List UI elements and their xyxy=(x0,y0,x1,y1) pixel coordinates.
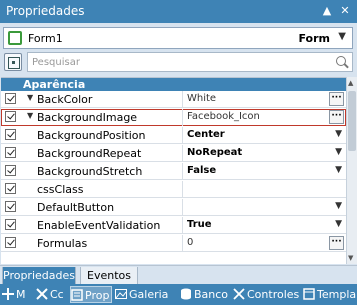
bottom-toolbar: M Cc Prop Galeria Banco Controles Templa xyxy=(0,284,357,305)
property-value[interactable]: NoRepeat xyxy=(187,147,242,158)
tab-properties[interactable]: Propriedades xyxy=(2,267,76,285)
property-value[interactable]: White xyxy=(187,93,216,104)
tab-events[interactable]: Eventos xyxy=(80,267,138,285)
property-row[interactable]: EnableEventValidation True ▼ xyxy=(1,217,346,234)
checkbox[interactable] xyxy=(5,129,16,140)
property-row[interactable]: ▼ BackColor White ··· xyxy=(1,91,346,108)
property-name: BackgroundPosition xyxy=(37,129,146,142)
controls-icon xyxy=(233,288,245,300)
ellipsis-button[interactable]: ··· xyxy=(329,110,344,124)
gallery-icon xyxy=(115,288,127,300)
toolbar-button-banco[interactable]: Banco xyxy=(180,286,228,303)
checkbox[interactable] xyxy=(5,147,16,158)
property-value[interactable]: Center xyxy=(187,129,225,140)
checkbox[interactable] xyxy=(5,165,16,176)
checkbox[interactable] xyxy=(5,111,16,122)
form-icon xyxy=(8,31,22,45)
ellipsis-button[interactable]: ··· xyxy=(329,92,344,106)
property-row[interactable]: BackgroundPosition Center ▼ xyxy=(1,127,346,144)
toolbar-button-cc[interactable]: Cc xyxy=(36,286,68,303)
property-value[interactable]: False xyxy=(187,165,216,176)
category-header[interactable]: Aparência xyxy=(1,78,346,91)
toolbar-label: Banco xyxy=(194,288,228,301)
object-selector[interactable]: Form1 Form ▼ xyxy=(3,27,353,49)
categorize-button[interactable] xyxy=(4,53,22,71)
property-name: cssClass xyxy=(37,183,84,196)
template-icon xyxy=(303,288,315,300)
chevron-down-icon[interactable]: ▼ xyxy=(335,147,342,157)
scroll-down-icon[interactable]: ▼ xyxy=(348,254,353,262)
property-row[interactable]: BackgroundRepeat NoRepeat ▼ xyxy=(1,145,346,162)
checkbox[interactable] xyxy=(5,183,16,194)
property-row[interactable]: DefaultButton ▼ xyxy=(1,199,346,216)
tools-icon xyxy=(36,288,48,300)
chevron-down-icon[interactable]: ▼ xyxy=(335,129,342,139)
object-type: Form xyxy=(298,32,330,45)
property-grid: Aparência ▼ BackColor White ··· ▼ Backgr… xyxy=(1,77,346,264)
property-value[interactable]: True xyxy=(187,219,212,230)
chevron-down-icon[interactable]: ▼ xyxy=(335,219,342,229)
chevron-down-icon[interactable]: ▼ xyxy=(338,31,346,42)
property-value[interactable]: Facebook_Icon xyxy=(187,111,260,122)
collapse-arrow-icon[interactable]: ▼ xyxy=(27,93,33,102)
property-name: Formulas xyxy=(37,237,88,250)
toolbar-button-prop[interactable]: Prop xyxy=(70,286,112,303)
property-row[interactable]: BackgroundStretch False ▼ xyxy=(1,163,346,180)
toolbar-label: Prop xyxy=(85,289,110,302)
toolbar-label: Cc xyxy=(50,288,64,301)
toolbar-button-gallery[interactable]: Galeria xyxy=(115,286,175,303)
title-bar: Propriedades ▲ ✕ xyxy=(0,0,357,23)
scroll-thumb[interactable] xyxy=(348,91,356,151)
property-name: BackgroundRepeat xyxy=(37,147,142,160)
window-title: Propriedades xyxy=(6,4,85,18)
property-row[interactable]: Formulas 0 ··· xyxy=(1,235,346,252)
scroll-up-icon[interactable]: ▲ xyxy=(348,79,353,87)
property-name: BackgroundStretch xyxy=(37,165,143,178)
ellipsis-button[interactable]: ··· xyxy=(329,236,344,250)
database-icon xyxy=(180,288,192,300)
toolbar-button-templa[interactable]: Templa xyxy=(303,286,357,303)
property-name: BackgroundImage xyxy=(37,111,138,124)
toolbar-button-m[interactable]: M xyxy=(2,286,34,303)
properties-icon xyxy=(71,289,83,301)
property-value[interactable]: 0 xyxy=(187,237,193,248)
toolbar-label: Galeria xyxy=(129,288,169,301)
search-icon[interactable] xyxy=(336,56,346,66)
property-name: BackColor xyxy=(37,93,93,106)
collapse-arrow-icon[interactable]: ▼ xyxy=(27,111,33,120)
vertical-scrollbar[interactable]: ▲ ▼ xyxy=(346,77,357,264)
checkbox[interactable] xyxy=(5,219,16,230)
move-icon xyxy=(2,288,14,300)
checkbox[interactable] xyxy=(5,237,16,248)
search-box[interactable] xyxy=(27,52,353,72)
object-name: Form1 xyxy=(28,32,63,45)
toolbar-label: M xyxy=(16,288,26,301)
property-name: EnableEventValidation xyxy=(37,219,161,232)
pin-icon[interactable]: ▲ xyxy=(320,3,334,19)
chevron-down-icon[interactable]: ▼ xyxy=(335,201,342,211)
chevron-down-icon[interactable]: ▼ xyxy=(335,165,342,175)
toolbar-label: Templa xyxy=(317,288,357,301)
property-row[interactable]: cssClass xyxy=(1,181,346,198)
checkbox[interactable] xyxy=(5,201,16,212)
property-row[interactable]: ▼ BackgroundImage Facebook_Icon ··· xyxy=(1,109,346,126)
tab-strip: Propriedades Eventos xyxy=(0,265,357,285)
close-icon[interactable]: ✕ xyxy=(338,3,352,19)
search-input[interactable] xyxy=(32,55,322,70)
checkbox[interactable] xyxy=(5,93,16,104)
toolbar-label: Controles xyxy=(247,288,300,301)
toolbar-button-controles[interactable]: Controles xyxy=(233,286,301,303)
property-name: DefaultButton xyxy=(37,201,115,214)
